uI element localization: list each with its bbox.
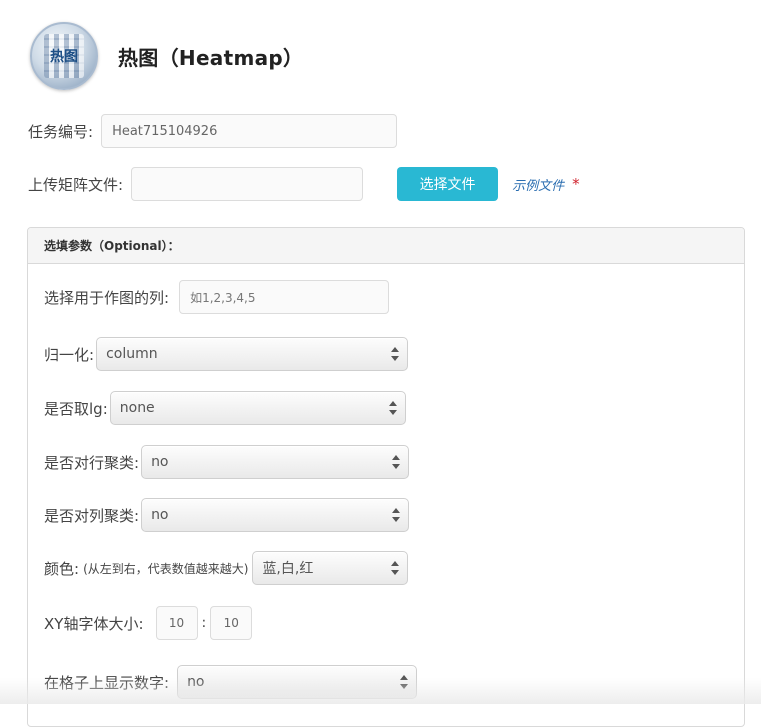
font-size-row: XY轴字体大小: 10 : 10 (44, 606, 253, 640)
normalize-label: 归一化: (44, 345, 95, 364)
select-arrows-icon (391, 560, 400, 576)
columns-placeholder: 如1,2,3,4,5 (190, 290, 256, 305)
normalize-row: 归一化: column (44, 337, 409, 371)
panel-title: 选填参数（Optional）： (28, 228, 744, 264)
page-title: 热图（Heatmap） (118, 45, 304, 70)
normalize-value: column (106, 346, 158, 362)
task-id-value: Heat715104926 (112, 123, 218, 139)
logo-text: 热图 (50, 49, 78, 65)
color-row: 颜色: (从左到右，代表数值越来越大) 蓝,白,红 (44, 551, 409, 585)
log-label: 是否取lg: (44, 399, 108, 418)
row-cluster-select[interactable]: no (141, 445, 410, 479)
upload-label: 上传矩阵文件: (28, 175, 124, 194)
app-header: 热图 热图（Heatmap） (30, 22, 303, 90)
color-value: 蓝,白,红 (262, 561, 314, 577)
col-cluster-row: 是否对列聚类: no (44, 498, 410, 532)
log-value: none (119, 400, 155, 416)
task-id-row: 任务编号: Heat715104926 (28, 114, 398, 148)
color-label: 颜色: (44, 559, 80, 578)
required-mark: * (572, 175, 580, 193)
y-font-size-input[interactable]: 10 (210, 606, 253, 640)
normalize-select[interactable]: column (96, 337, 409, 371)
col-cluster-label: 是否对列聚类: (44, 506, 140, 525)
task-id-field[interactable]: Heat715104926 (101, 114, 398, 148)
columns-row: 选择用于作图的列: 如1,2,3,4,5 (44, 280, 390, 314)
matrix-file-field[interactable] (131, 167, 364, 201)
row-cluster-label: 是否对行聚类: (44, 453, 140, 472)
select-arrows-icon (388, 400, 397, 416)
font-size-label: XY轴字体大小: (44, 614, 144, 633)
color-select[interactable]: 蓝,白,红 (252, 551, 409, 585)
log-select[interactable]: none (109, 391, 406, 425)
x-font-size-input[interactable]: 10 (155, 606, 198, 640)
heatmap-logo-icon: 热图 (30, 22, 98, 90)
row-cluster-row: 是否对行聚类: no (44, 445, 410, 479)
row-cluster-value: no (151, 454, 169, 470)
select-arrows-icon (392, 454, 401, 470)
y-font-size-value: 10 (223, 616, 239, 630)
example-file-link[interactable]: 示例文件 (512, 175, 564, 194)
col-cluster-value: no (151, 507, 169, 523)
select-arrows-icon (391, 346, 400, 362)
columns-label: 选择用于作图的列: (44, 288, 170, 307)
col-cluster-select[interactable]: no (141, 498, 410, 532)
select-arrows-icon (392, 507, 401, 523)
upload-row: 上传矩阵文件: 选择文件 示例文件 * (28, 167, 580, 201)
bottom-fade (0, 678, 761, 704)
font-size-separator: : (201, 615, 207, 631)
x-font-size-value: 10 (168, 616, 185, 630)
log-row: 是否取lg: none (44, 391, 406, 425)
color-note: (从左到右，代表数值越来越大) (83, 561, 249, 576)
choose-file-button[interactable]: 选择文件 (397, 167, 499, 201)
task-id-label: 任务编号: (28, 122, 94, 141)
columns-input[interactable]: 如1,2,3,4,5 (179, 280, 390, 314)
